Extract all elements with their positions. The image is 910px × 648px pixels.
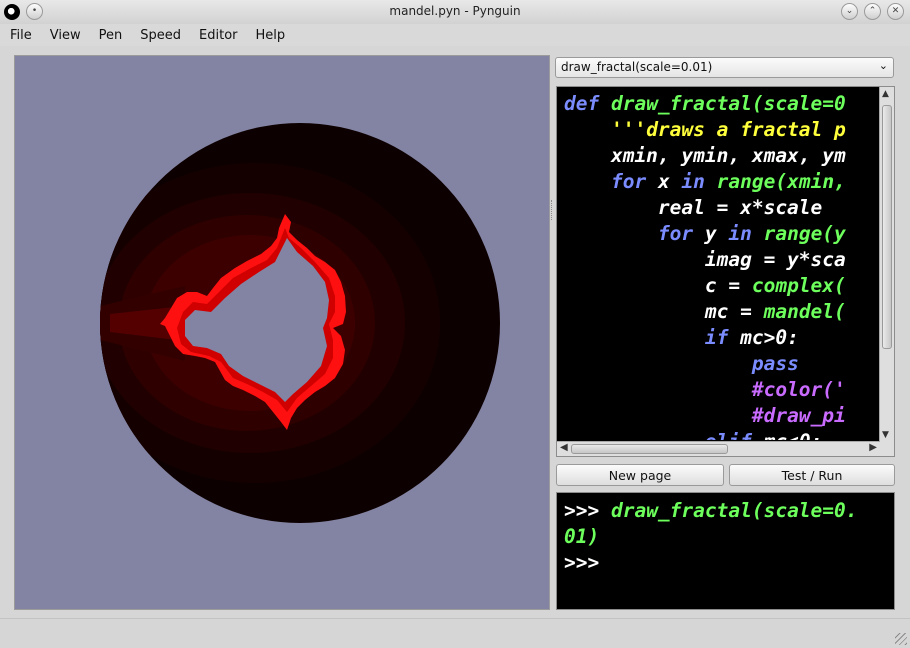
code-token: for xyxy=(657,222,705,245)
code-line[interactable]: '''draws a fractal p xyxy=(564,117,878,143)
title-bar: • mandel.pyn - Pynguin ⌄ ⌃ ✕ xyxy=(0,0,910,25)
code-line[interactable]: elif mc<0: xyxy=(564,429,878,440)
code-line[interactable]: for x in range(xmin, xyxy=(564,169,878,195)
code-token: mandel( xyxy=(763,300,846,323)
editor-vertical-scrollbar[interactable]: ▲ ▼ xyxy=(879,87,894,442)
code-editor[interactable]: def draw_fractal(scale=0 '''draws a frac… xyxy=(556,86,895,457)
code-token: xmin, ymin, xmax, ym xyxy=(564,144,846,167)
close-button[interactable]: ✕ xyxy=(887,3,904,20)
test-run-button[interactable]: Test / Run xyxy=(729,464,895,486)
code-token: #color(' xyxy=(751,378,846,401)
code-line[interactable]: xmin, ymin, xmax, ym xyxy=(564,143,878,169)
code-text[interactable]: def draw_fractal(scale=0 '''draws a frac… xyxy=(564,91,878,440)
turtle-canvas[interactable] xyxy=(14,55,550,610)
code-line[interactable]: pass xyxy=(564,351,878,377)
code-token: imag = y*sca xyxy=(564,248,846,271)
editor-horizontal-scrollbar[interactable]: ◀ ▶ xyxy=(557,441,880,456)
console-prompt: >>> xyxy=(564,551,611,574)
python-console[interactable]: >>> draw_fractal(scale=0. 01) >>> xyxy=(556,492,895,610)
scroll-down-icon[interactable]: ▼ xyxy=(882,430,889,440)
menu-speed[interactable]: Speed xyxy=(130,28,189,43)
console-text: draw_fractal(scale=0. xyxy=(610,499,858,522)
scroll-left-icon[interactable]: ◀ xyxy=(560,442,568,453)
code-token: in xyxy=(728,222,764,245)
code-token: in xyxy=(681,170,717,193)
code-token: complex( xyxy=(751,274,846,297)
chevron-down-icon: ⌄ xyxy=(878,59,888,72)
console-line: >>> xyxy=(564,550,858,576)
menu-view[interactable]: View xyxy=(40,28,89,43)
code-token: #draw_pi xyxy=(751,404,846,427)
code-token: if xyxy=(704,326,741,349)
console-output[interactable]: >>> draw_fractal(scale=0. 01) >>> xyxy=(564,498,858,576)
code-token: mc<0: xyxy=(764,430,823,440)
code-token: for xyxy=(610,170,658,193)
code-token: mc = xyxy=(564,300,764,323)
console-line: 01) xyxy=(564,524,858,550)
code-token: c = xyxy=(564,274,752,297)
menu-editor[interactable]: Editor xyxy=(189,28,245,43)
resize-grip-icon[interactable] xyxy=(895,633,907,645)
menubar: File View Pen Speed Editor Help xyxy=(0,24,910,46)
code-token: range(y xyxy=(763,222,846,245)
console-prompt: >>> xyxy=(564,499,611,522)
menu-help[interactable]: Help xyxy=(246,28,294,43)
code-line[interactable]: if mc>0: xyxy=(564,325,878,351)
console-text: 01) xyxy=(564,525,600,548)
scroll-thumb[interactable] xyxy=(882,105,892,349)
code-line[interactable]: real = x*scale xyxy=(564,195,878,221)
code-line[interactable]: for y in range(y xyxy=(564,221,878,247)
scroll-corner xyxy=(880,442,894,456)
code-token: elif xyxy=(705,430,764,440)
new-page-button[interactable]: New page xyxy=(556,464,724,486)
code-token: pass xyxy=(751,352,799,375)
code-token: real = x*scale xyxy=(564,196,823,219)
code-token: x xyxy=(657,170,682,193)
status-bar xyxy=(0,618,910,648)
code-token: range(xmin, xyxy=(716,170,846,193)
scroll-right-icon[interactable]: ▶ xyxy=(869,442,877,453)
minimize-button[interactable]: ⌄ xyxy=(841,3,858,20)
window-title: mandel.pyn - Pynguin xyxy=(389,4,521,18)
code-line[interactable]: imag = y*sca xyxy=(564,247,878,273)
code-token: def xyxy=(564,92,611,115)
code-line[interactable]: c = complex( xyxy=(564,273,878,299)
function-selector-value: draw_fractal(scale=0.01) xyxy=(561,60,713,74)
menu-file[interactable]: File xyxy=(0,28,40,43)
menu-pen[interactable]: Pen xyxy=(89,28,131,43)
console-line: >>> draw_fractal(scale=0. xyxy=(564,498,858,524)
mandelbrot-drawing xyxy=(100,123,500,523)
code-token: '''draws a fractal p xyxy=(610,118,846,141)
panel-splitter[interactable] xyxy=(551,200,555,220)
code-line[interactable]: def draw_fractal(scale=0 xyxy=(564,91,878,117)
maximize-button[interactable]: ⌃ xyxy=(864,3,881,20)
scroll-up-icon[interactable]: ▲ xyxy=(882,89,889,99)
code-line[interactable]: mc = mandel( xyxy=(564,299,878,325)
code-line[interactable]: #color(' xyxy=(564,377,878,403)
code-token: mc>0: xyxy=(740,326,799,349)
code-token: draw_fractal(scale=0 xyxy=(610,92,846,115)
function-selector[interactable]: draw_fractal(scale=0.01) ⌄ xyxy=(555,57,894,78)
scroll-thumb[interactable] xyxy=(571,444,728,454)
code-token: y xyxy=(704,222,729,245)
code-line[interactable]: #draw_pi xyxy=(564,403,878,429)
